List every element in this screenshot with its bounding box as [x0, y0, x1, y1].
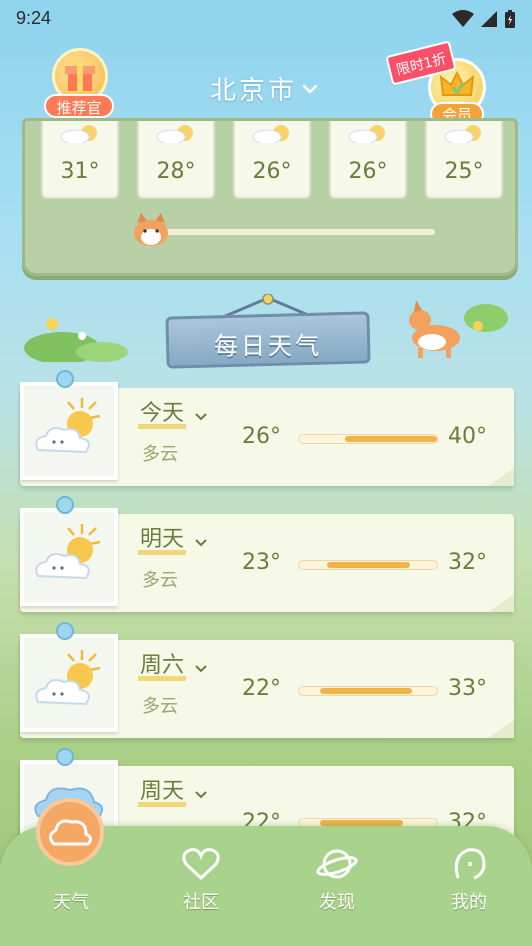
- hourly-scroll-track[interactable]: [165, 229, 435, 235]
- temp-range-fill: [327, 562, 410, 568]
- day-condition: 多云: [142, 696, 178, 717]
- face-icon: [454, 848, 486, 880]
- day-selector[interactable]: 今天: [138, 403, 208, 429]
- forecast-card[interactable]: 明天 多云 23° 32°: [20, 496, 514, 620]
- sun-cloud-icon: [252, 125, 289, 143]
- day-condition: 多云: [142, 570, 178, 591]
- section-title: 每日天气: [214, 332, 322, 360]
- chevron-down-icon: [195, 412, 207, 420]
- tab-label: 我的: [451, 892, 487, 913]
- low-temp: 26°: [242, 424, 281, 449]
- pin-icon: [56, 370, 74, 388]
- city-name: 北京市: [210, 76, 298, 106]
- day-condition: 多云: [142, 444, 178, 465]
- hourly-cell: 26°: [329, 121, 407, 199]
- day-selector[interactable]: 明天: [138, 529, 208, 555]
- bottom-tab-bar: 天气 社区 发现 我的: [0, 798, 532, 946]
- hourly-temp: 28°: [156, 159, 196, 184]
- day-name: 周天: [138, 781, 187, 807]
- weather-cloud-icon: [36, 798, 104, 866]
- wifi-icon: [452, 10, 474, 27]
- temp-range-fill: [345, 436, 437, 442]
- sun-cloud-icon: [60, 125, 97, 143]
- sun-cloud-icon: [444, 125, 481, 143]
- sun-cloud-icon: [348, 125, 385, 143]
- day-selector[interactable]: 周天: [138, 781, 208, 807]
- corgi-dog-decoration: [409, 300, 508, 358]
- day-name: 周六: [138, 655, 187, 681]
- pin-icon: [56, 622, 74, 640]
- hourly-temp: 31°: [60, 159, 100, 184]
- tab-label: 发现: [319, 892, 355, 913]
- corgi-head-icon[interactable]: [131, 213, 171, 247]
- temp-range-fill: [320, 688, 412, 694]
- high-temp: 40°: [448, 424, 487, 449]
- pin-icon: [56, 748, 74, 766]
- daily-weather-sign: 每日天气: [165, 290, 371, 370]
- hourly-cell: 28°: [137, 121, 215, 199]
- partly-cloudy-icon: [35, 524, 101, 580]
- tab-community[interactable]: 社区: [156, 836, 246, 916]
- partly-cloudy-icon: [35, 650, 101, 706]
- day-name: 明天: [138, 529, 187, 555]
- recommend-officer-button[interactable]: 推荐官: [44, 48, 114, 122]
- battery-icon: [505, 10, 515, 28]
- hourly-temp: 25°: [444, 159, 484, 184]
- day-selector[interactable]: 周六: [138, 655, 208, 681]
- planet-icon: [316, 849, 358, 879]
- chevron-down-icon: [195, 790, 207, 798]
- hourly-temp: 26°: [252, 159, 292, 184]
- forecast-card[interactable]: 周六 多云 22° 33°: [20, 622, 514, 746]
- tab-discover[interactable]: 发现: [292, 836, 382, 916]
- temp-range-bar: [298, 560, 438, 570]
- hourly-temp: 26°: [348, 159, 388, 184]
- temp-range-bar: [298, 434, 438, 444]
- heart-chat-icon: [182, 848, 220, 881]
- vip-button[interactable]: 限时1折 会员: [385, 40, 498, 128]
- hourly-cell: 31°: [41, 121, 119, 199]
- temp-range-bar: [298, 686, 438, 696]
- status-icons: [452, 9, 516, 29]
- hourly-cell: 25°: [425, 121, 503, 199]
- hourly-cell: 26°: [233, 121, 311, 199]
- weather-icon-frame: [20, 508, 118, 606]
- header: 推荐官 北京市 限时1折 会员: [0, 40, 532, 130]
- day-name: 今天: [138, 403, 187, 429]
- partly-cloudy-icon: [35, 398, 101, 454]
- high-temp: 33°: [448, 676, 487, 701]
- tab-label: 社区: [183, 892, 219, 913]
- weather-icon-frame: [20, 382, 118, 480]
- high-temp: 32°: [448, 550, 487, 575]
- city-selector[interactable]: 北京市: [210, 70, 319, 107]
- hourly-forecast-board: 31° 28° 26° 26° 25°: [22, 118, 518, 276]
- tab-weather[interactable]: 天气: [26, 798, 116, 916]
- signal-icon: [481, 11, 497, 27]
- pin-icon: [56, 496, 74, 514]
- sun-cloud-icon: [156, 125, 193, 143]
- bush-flowers-decoration: [24, 318, 128, 362]
- forecast-card[interactable]: 今天 多云 26° 40°: [20, 370, 514, 494]
- chevron-down-icon: [195, 664, 207, 672]
- tab-profile[interactable]: 我的: [424, 836, 514, 916]
- recommend-label: 推荐官: [44, 94, 114, 118]
- chevron-down-icon: [195, 538, 207, 546]
- weather-icon-frame: [20, 634, 118, 732]
- chevron-down-icon: [302, 84, 318, 94]
- status-bar: 9:24: [0, 0, 532, 36]
- tab-label: 天气: [53, 892, 89, 913]
- status-time: 9:24: [16, 8, 52, 28]
- low-temp: 23°: [242, 550, 281, 575]
- low-temp: 22°: [242, 676, 281, 701]
